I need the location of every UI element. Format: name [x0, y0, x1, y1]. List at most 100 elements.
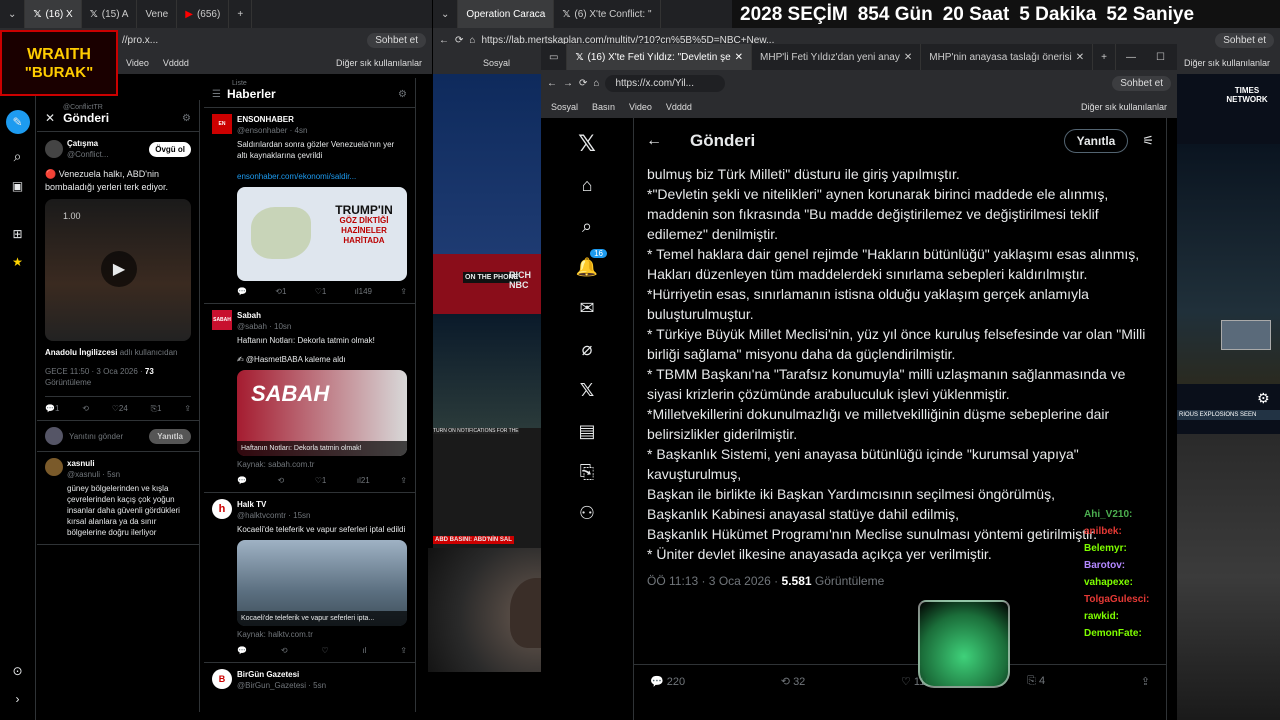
reply-icon[interactable]: 💬: [237, 475, 247, 486]
reply-button[interactable]: Yanıtla: [149, 428, 191, 444]
like-icon[interactable]: ♡1: [315, 286, 327, 297]
news-tweet[interactable]: EN ENSONHABER @ensonhaber · 4sn Saldırıl…: [204, 108, 415, 304]
tweet-image[interactable]: Kocaeli'de teleferik ve vapur seferleri …: [237, 540, 407, 626]
bookmark-video[interactable]: Video: [629, 102, 652, 112]
chat-button[interactable]: Sohbet et: [1112, 75, 1171, 91]
tab-vene[interactable]: Vene: [137, 0, 178, 28]
share-icon[interactable]: ⇪: [184, 403, 191, 414]
like-icon[interactable]: ♡: [321, 645, 328, 656]
bookmark-other[interactable]: Diğer sık kullanılanlar: [1184, 58, 1270, 68]
address-input[interactable]: //pro.x...: [122, 35, 158, 46]
close-window-icon[interactable]: ✕: [1175, 52, 1177, 63]
sabah-avatar[interactable]: SABAH: [212, 310, 232, 330]
home-icon[interactable]: ⌂: [469, 35, 475, 46]
reply-icon[interactable]: 💬: [237, 645, 247, 656]
home-icon[interactable]: ⌂: [575, 173, 599, 197]
tv-panel-1[interactable]: [433, 74, 543, 254]
premium-icon[interactable]: 𝕏: [575, 378, 599, 402]
news-tweet[interactable]: B BirGün Gazetesi @BirGun_Gazetesi · 5sn: [204, 663, 415, 697]
tab-x-2[interactable]: 𝕏 (15) A: [82, 0, 138, 28]
minimize-icon[interactable]: —: [1116, 52, 1146, 63]
maximize-icon[interactable]: ☐: [1146, 52, 1175, 63]
back-icon[interactable]: ←: [439, 35, 449, 46]
communities-icon[interactable]: ⚇: [575, 501, 599, 525]
star-icon[interactable]: ★: [12, 255, 23, 269]
repost-icon[interactable]: ⟲ 32: [781, 675, 806, 688]
new-tab-icon[interactable]: +: [229, 0, 253, 28]
tab-x-conflict[interactable]: 𝕏 (6) X'te Conflict: ": [554, 0, 661, 28]
address-input[interactable]: https://x.com/Yil...: [605, 74, 726, 92]
share-icon[interactable]: ⇪: [400, 645, 407, 656]
bookmark-video[interactable]: Video: [126, 58, 149, 68]
retweet-icon[interactable]: ⟲: [82, 403, 89, 414]
reply-input[interactable]: Yanıtını gönder: [69, 432, 143, 441]
explore-icon[interactable]: ⌕: [575, 214, 599, 238]
reply-tweet[interactable]: xasnuli @xasnuli · 5sn güney bölgelerind…: [37, 452, 199, 545]
add-column-icon[interactable]: ⊞: [12, 227, 22, 241]
search-icon[interactable]: ⌕: [14, 148, 22, 165]
retweet-icon[interactable]: ⟲: [277, 475, 284, 486]
chat-button[interactable]: Sohbet et: [367, 32, 426, 48]
bookmark-basin[interactable]: Basın: [592, 102, 615, 112]
tab-youtube[interactable]: ▶ (656): [177, 0, 230, 28]
reload-icon[interactable]: ⟳: [579, 78, 587, 89]
bookmark-sosyal[interactable]: Sosyal: [551, 102, 578, 112]
news-tweet[interactable]: h Halk TV @halktvcomtr · 15sn Kocaeli'de…: [204, 493, 415, 663]
birgun-avatar[interactable]: B: [212, 669, 232, 689]
tab-workspace-icon[interactable]: ▭: [541, 44, 568, 70]
like-icon[interactable]: ♡24: [112, 403, 128, 414]
reply-avatar[interactable]: [45, 458, 63, 476]
main-tweet[interactable]: Çatışma @Conflict... Övgü ol 🔴 Venezuela…: [37, 132, 199, 421]
tv-panel-nbc[interactable]: ON THE PHONE RICH NBC: [433, 254, 543, 314]
tv-panel-night[interactable]: [433, 314, 543, 428]
bookmark-vdddd[interactable]: Vdddd: [666, 102, 692, 112]
settings-icon[interactable]: ⚙: [398, 89, 407, 100]
tab-mhp-1[interactable]: MHP'li Feti Yıldız'dan yeni anay ✕: [752, 44, 922, 70]
like-icon[interactable]: ♡1: [315, 475, 327, 486]
news-tweet[interactable]: SABAH Sabah @sabah · 10sn Haftanın Notla…: [204, 304, 415, 493]
back-arrow-icon[interactable]: ←: [646, 132, 662, 150]
reply-icon[interactable]: 💬 220: [650, 675, 685, 688]
bookmark-other[interactable]: Diğer sık kullanılanlar: [1081, 102, 1167, 112]
bookmarks-icon[interactable]: ⎘: [575, 460, 599, 484]
reply-icon[interactable]: 💬1: [45, 403, 59, 414]
more-icon[interactable]: ⊙: [12, 664, 22, 678]
reload-icon[interactable]: ⟳: [455, 35, 463, 46]
bookmark-other[interactable]: Diğer sık kullanılanlar: [336, 58, 422, 68]
bookmark-vdddd[interactable]: Vdddd: [163, 58, 189, 68]
ensonhaber-avatar[interactable]: EN: [212, 114, 232, 134]
tab-x-1[interactable]: 𝕏 (16) X: [25, 0, 82, 28]
forward-icon[interactable]: →: [563, 78, 573, 89]
retweet-icon[interactable]: ⟲1: [275, 286, 286, 297]
tweet-image[interactable]: SABAH Haftanın Notları: Dekorla tatmin o…: [237, 370, 407, 456]
follow-button[interactable]: Övgü ol: [149, 141, 191, 157]
avatar[interactable]: [45, 140, 63, 158]
reply-button[interactable]: Yanıtla: [1063, 129, 1129, 153]
x-logo-icon[interactable]: 𝕏: [575, 131, 599, 156]
adjust-icon[interactable]: ⚟: [1142, 133, 1154, 149]
tab-mhp-2[interactable]: MHP'nin anayasa taslağı önerisi ✕: [921, 44, 1094, 70]
bookmark-icon[interactable]: ⎘ 4: [1027, 675, 1045, 688]
settings-icon[interactable]: ⚙: [182, 113, 191, 124]
home-icon[interactable]: ⌂: [593, 78, 599, 89]
halktv-avatar[interactable]: h: [212, 499, 232, 519]
chat-button[interactable]: Sohbet et: [1215, 32, 1274, 48]
reply-icon[interactable]: 💬: [237, 286, 247, 297]
lists-icon[interactable]: ▤: [575, 419, 599, 443]
tab-menu-icon[interactable]: ⌄: [0, 0, 26, 28]
tab-feti-yildiz[interactable]: 𝕏 (16) X'te Feti Yıldız: "Devletin şe ✕: [567, 44, 753, 70]
notifications-icon[interactable]: 🔔 16: [575, 249, 607, 279]
expand-icon[interactable]: ›: [16, 692, 20, 706]
grok-icon[interactable]: ⌀: [575, 337, 599, 361]
tab-menu-icon[interactable]: ⌄: [433, 0, 459, 28]
columns-icon[interactable]: ▣: [12, 179, 23, 193]
share-icon[interactable]: ⇪: [400, 286, 407, 297]
retweet-icon[interactable]: ⟲: [281, 645, 288, 656]
settings-gear-icon[interactable]: ⚙: [1257, 390, 1270, 407]
tv-panel-ticker[interactable]: TURN ON NOTIFICATIONS FOR THE ABD BASINI…: [433, 428, 543, 550]
bookmark-sosyal[interactable]: Sosyal: [483, 58, 510, 68]
messages-icon[interactable]: ✉: [575, 296, 599, 320]
close-icon[interactable]: ✕: [45, 111, 55, 125]
new-tab-icon[interactable]: +: [1093, 44, 1117, 70]
play-icon[interactable]: ▶: [101, 251, 137, 287]
